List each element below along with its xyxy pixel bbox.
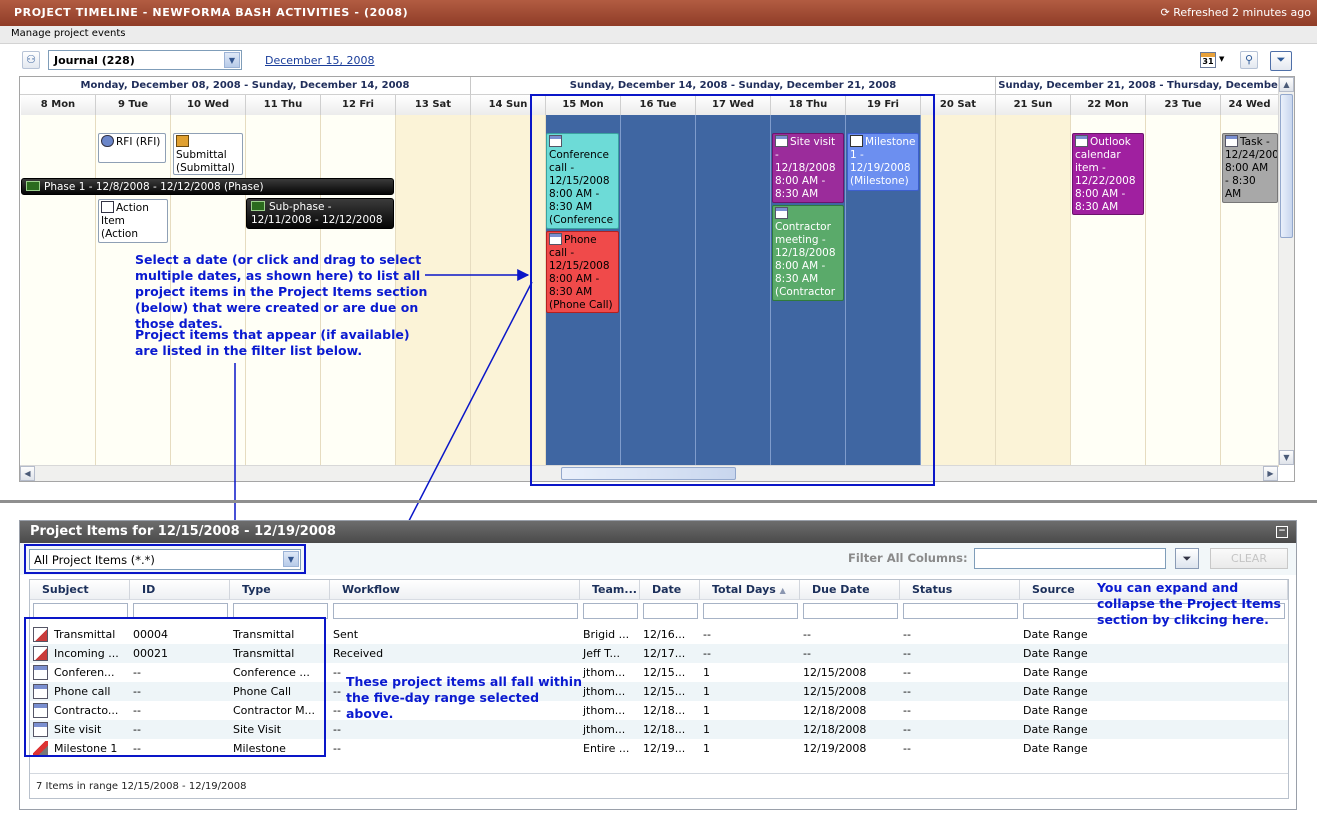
table-cell: Date Range [1023,685,1088,698]
table-cell: -- [333,742,341,755]
annotation-five-day: These project items all fall within the … [346,674,582,721]
column-header-due-date[interactable]: Due Date [800,580,900,600]
table-cell: -- [803,628,811,641]
column-header-type[interactable]: Type [230,580,330,600]
table-cell: 12/19... [643,742,686,755]
table-cell: Received [333,647,384,660]
panel-header: Project Items for 12/15/2008 - 12/19/200… [20,521,1296,543]
filter-all-columns-input[interactable] [974,548,1166,569]
column-header-team[interactable]: Team... [580,580,640,600]
column-filter-input[interactable] [643,603,698,619]
table-cell: -- [903,723,911,736]
column-filter-input[interactable] [803,603,898,619]
table-cell: 12/18/2008 [803,704,867,717]
filter-apply-button[interactable]: ⏷ [1175,548,1199,569]
table-cell: 12/15/2008 [803,666,867,679]
table-cell: Entire ... [583,742,630,755]
table-cell: 1 [703,666,710,679]
filter-icon: ⏷ [1182,552,1192,565]
table-cell: jthom... [583,685,626,698]
table-cell: 1 [703,704,710,717]
table-cell: Jeff T... [583,647,620,660]
table-cell: -- [903,666,911,679]
table-cell: Date Range [1023,742,1088,755]
table-cell: 12/18... [643,704,686,717]
column-header-label: Total Days [712,583,776,596]
column-header-status[interactable]: Status [900,580,1020,600]
column-header-date[interactable]: Date [640,580,700,600]
table-cell: 1 [703,723,710,736]
table-cell: 12/15... [643,666,686,679]
table-cell: -- [703,647,711,660]
column-filter-input[interactable] [903,603,1018,619]
table-cell: jthom... [583,704,626,717]
table-cell: 12/17... [643,647,686,660]
column-filter-input[interactable] [583,603,638,619]
clear-button[interactable]: CLEAR [1210,548,1288,569]
table-cell: -- [903,685,911,698]
table-cell: -- [903,742,911,755]
panel-splitter[interactable] [0,500,1317,503]
table-cell: 1 [703,685,710,698]
table-cell: Date Range [1023,666,1088,679]
table-cell: Sent [333,628,359,641]
panel-title: Project Items for 12/15/2008 - 12/19/200… [30,524,336,539]
table-cell: 12/15... [643,685,686,698]
column-header-total-days[interactable]: Total Days ▲ [700,580,800,600]
column-header-id[interactable]: ID [130,580,230,600]
table-cell: 12/19/2008 [803,742,867,755]
table-cell: 12/18/2008 [803,723,867,736]
table-cell: -- [803,647,811,660]
column-header-subject[interactable]: Subject [30,580,130,600]
table-cell: 1 [703,742,710,755]
table-cell: jthom... [583,666,626,679]
sort-ascending-icon: ▲ [779,586,786,595]
table-cell: -- [903,628,911,641]
table-cell: Date Range [1023,723,1088,736]
table-cell: Date Range [1023,647,1088,660]
table-cell: -- [903,647,911,660]
table-cell: 12/18... [643,723,686,736]
filter-label: Filter All Columns: [848,551,968,565]
table-cell: 12/15/2008 [803,685,867,698]
filter-select-highlight [24,544,306,574]
collapse-icon[interactable]: − [1276,526,1288,538]
table-cell: -- [703,628,711,641]
column-filter-input[interactable] [333,603,578,619]
table-cell: -- [333,723,341,736]
grid-footer-divider [30,773,1288,774]
table-cell: Brigid ... [583,628,630,641]
column-filter-input[interactable] [703,603,798,619]
items-highlight-box [24,617,326,757]
column-header-workflow[interactable]: Workflow [330,580,580,600]
items-count: 7 Items in range 12/15/2008 - 12/19/2008 [36,781,247,792]
annotation-expand: You can expand and collapse the Project … [1097,580,1281,627]
table-cell: 12/16... [643,628,686,641]
table-cell: -- [903,704,911,717]
table-cell: Date Range [1023,704,1088,717]
table-cell: jthom... [583,723,626,736]
